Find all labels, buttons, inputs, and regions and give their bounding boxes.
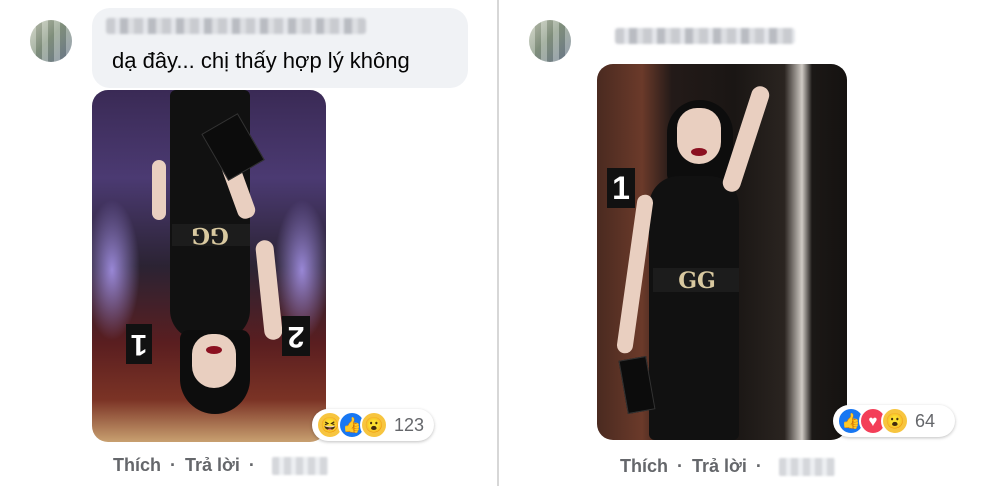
photo-sign-1: 1 [607, 168, 635, 208]
separator: · [170, 455, 177, 475]
reaction-summary[interactable]: 😆 👍 😮 123 [312, 409, 434, 441]
comment-actions: Thích · Trả lời · [620, 456, 835, 477]
comment-photo[interactable]: 1 GG [597, 64, 847, 440]
reaction-summary[interactable]: 👍 ♥ 😮 64 [833, 405, 955, 437]
comment-right: 1 GG 👍 ♥ 😮 64 Thích · Trả lời · [499, 0, 989, 486]
separator: · [755, 456, 762, 476]
photo-lips [691, 148, 707, 156]
comment-actions: Thích · Trả lời · [113, 455, 328, 476]
photo-buckle: GG [678, 268, 716, 294]
photo-sign-1: 1 [126, 324, 152, 364]
timestamp-blurred[interactable] [778, 458, 835, 477]
comment-bubble: dạ đây... chị thấy hợp lý không [92, 8, 468, 88]
avatar[interactable] [529, 20, 571, 62]
photo-buckle: GG [191, 222, 229, 248]
reaction-count: 64 [915, 410, 936, 431]
comment-text: dạ đây... chị thấy hợp lý không [112, 48, 410, 73]
commenter-name-blurred[interactable] [615, 28, 795, 44]
like-link[interactable]: Thích [113, 455, 161, 476]
comment-left: dạ đây... chị thấy hợp lý không GG 1 2 😆… [0, 0, 497, 486]
commenter-name-blurred[interactable] [106, 18, 366, 34]
avatar[interactable] [30, 20, 72, 62]
wow-icon: 😮 [360, 411, 388, 439]
like-link[interactable]: Thích [620, 456, 668, 477]
comment-photo[interactable]: GG 1 2 [92, 90, 326, 442]
separator: · [248, 455, 255, 475]
reply-link[interactable]: Trả lời [692, 456, 747, 477]
separator: · [677, 456, 684, 476]
photo-sign-2: 2 [282, 316, 310, 356]
photo-figure [649, 176, 739, 440]
timestamp-blurred[interactable] [271, 457, 328, 476]
reaction-count: 123 [394, 414, 425, 435]
wow-icon: 😮 [881, 407, 909, 435]
photo-arm [152, 160, 166, 220]
reply-link[interactable]: Trả lời [185, 455, 240, 476]
photo-lips [206, 346, 222, 354]
photo-face [192, 334, 236, 388]
